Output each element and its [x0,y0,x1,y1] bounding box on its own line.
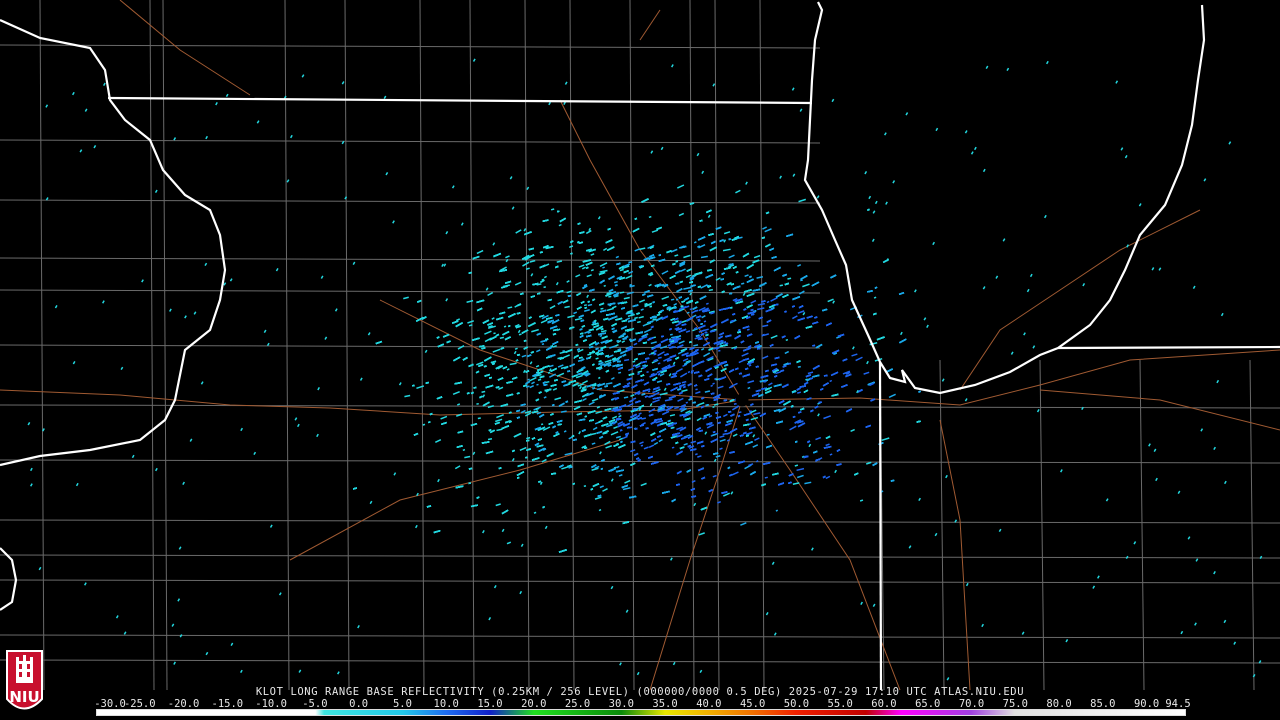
il-in-border [878,361,883,691]
niu-logo: NIU [6,650,43,710]
map-background [0,0,1280,720]
radar-site-marker [735,393,749,407]
in-mi-border [1057,345,1280,350]
radar-map [0,0,1280,720]
reflectivity-colorbar [96,709,1186,716]
logo-text: NIU [9,688,39,706]
product-caption: KLOT LONG RANGE BASE REFLECTIVITY (0.25K… [255,686,1025,698]
logo-tower-icon [16,655,33,683]
